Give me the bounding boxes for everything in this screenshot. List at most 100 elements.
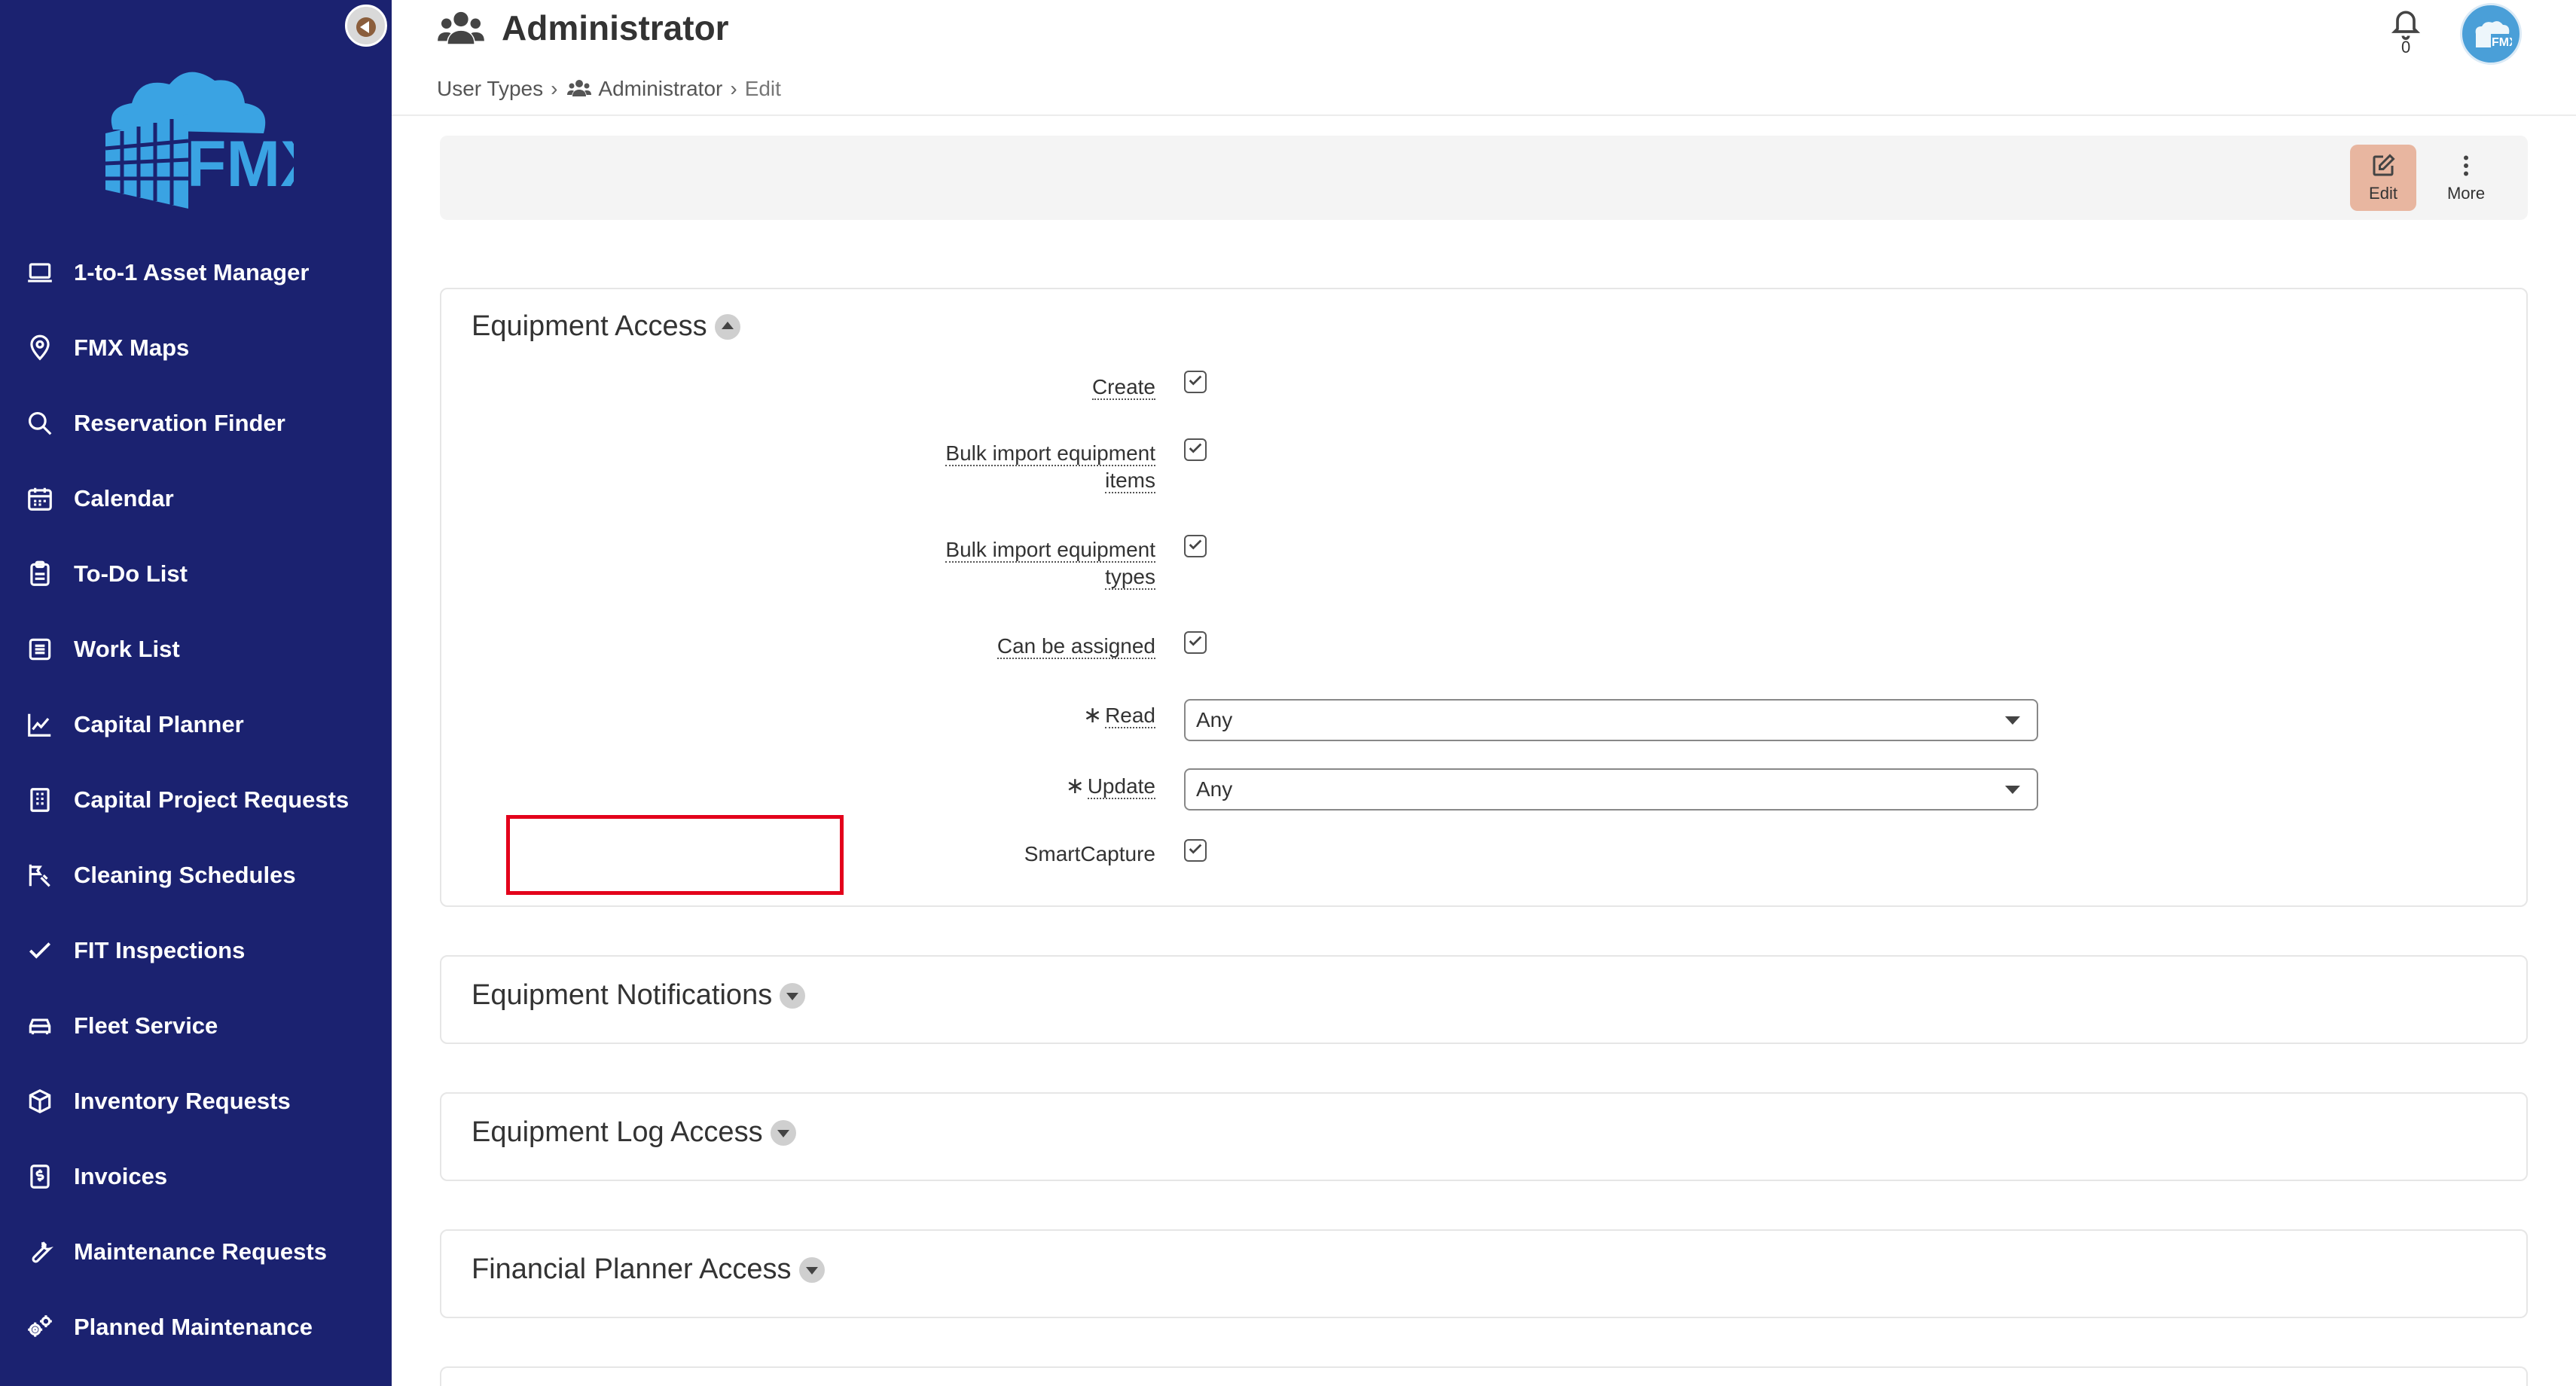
check-icon [1189,539,1202,550]
sidebar-item-label: FIT Inspections [74,937,246,963]
equipment-log-access-panel: Equipment Log Access [440,1092,2528,1181]
edit-button[interactable]: Edit [2350,145,2416,211]
section-title-text: Equipment Log Access [472,1116,763,1148]
sidebar: FMX 1-to-1 Asset Manager FMX Maps Reserv… [0,0,392,1386]
fmx-logo: FMX [105,72,294,209]
bulk-import-items-checkbox[interactable] [1184,438,1207,461]
sidebar-item-label: FMX Maps [74,334,190,361]
collapse-caret-icon[interactable] [714,313,740,340]
svg-text:FMX: FMX [187,128,294,200]
breadcrumb: User Types › Administrator › Edit [437,77,781,101]
equipment-access-title[interactable]: Equipment Access [472,310,740,343]
financial-planner-access-title[interactable]: Financial Planner Access [472,1253,825,1286]
sidebar-item-maintenance-requests[interactable]: Maintenance Requests [0,1214,392,1290]
svg-text:FMX: FMX [2492,36,2512,49]
fmx-avatar-icon: FMX [2475,21,2512,49]
notification-count: 0 [2401,38,2411,56]
sidebar-item-todo-list[interactable]: To-Do List [0,536,392,612]
user-avatar[interactable]: FMX [2460,3,2522,65]
collapse-sidebar-button[interactable] [345,5,387,47]
section-title-text: Equipment Notifications [472,979,773,1011]
equipment-notifications-panel: Equipment Notifications [440,955,2528,1044]
sidebar-item-capital-project-requests[interactable]: Capital Project Requests [0,762,392,838]
sidebar-item-fmx-maps[interactable]: FMX Maps [0,310,392,386]
bulk-import-types-checkbox[interactable] [1184,535,1207,557]
edit-button-label: Edit [2369,184,2397,203]
chevron-left-icon [360,21,369,33]
sidebar-nav: 1-to-1 Asset Manager FMX Maps Reservatio… [0,235,392,1365]
sidebar-item-asset-manager[interactable]: 1-to-1 Asset Manager [0,235,392,310]
gears-icon [28,1315,52,1337]
sidebar-item-planned-maintenance[interactable]: Planned Maintenance [0,1290,392,1365]
update-select[interactable]: Any [1184,768,2038,811]
section-title-text: Equipment Access [472,310,707,342]
list-icon [29,638,51,661]
breadcrumb-current: Edit [744,77,781,100]
check-icon [1189,844,1202,854]
chart-line-icon [28,713,51,737]
expand-caret-icon[interactable] [770,1119,796,1146]
sidebar-item-label: Capital Project Requests [74,786,349,813]
create-label: Create [1091,375,1155,400]
laptop-icon [28,263,52,282]
sidebar-item-label: Calendar [74,485,174,511]
sidebar-item-label: Reservation Finder [74,410,285,436]
sidebar-item-label: Maintenance Requests [74,1238,327,1265]
create-checkbox[interactable] [1184,371,1207,393]
sidebar-item-calendar[interactable]: Calendar [0,461,392,536]
search-icon [28,411,52,435]
breadcrumb-separator: › [551,77,558,100]
breadcrumb-administrator[interactable]: Administrator [598,77,722,101]
equipment-notifications-title[interactable]: Equipment Notifications [472,979,806,1012]
can-be-assigned-checkbox[interactable] [1184,631,1207,654]
checkmark-icon [29,942,51,959]
sidebar-item-invoices[interactable]: Invoices [0,1139,392,1214]
wrench-icon [32,1241,53,1263]
expand-caret-icon[interactable] [780,982,806,1009]
sidebar-item-fleet-service[interactable]: Fleet Service [0,988,392,1064]
update-label: ∗ Update [1065,774,1155,799]
sidebar-item-reservation-finder[interactable]: Reservation Finder [0,386,392,461]
bulk-import-items-label: Bulk import equipment items [945,441,1155,493]
check-icon [1189,443,1202,453]
invoice-icon [30,1165,50,1189]
equipment-log-access-title[interactable]: Equipment Log Access [472,1116,796,1149]
sidebar-item-work-list[interactable]: Work List [0,612,392,687]
users-icon [438,11,484,44]
users-icon [567,80,592,96]
more-button[interactable]: More [2433,145,2499,211]
can-be-assigned-label: Can be assigned [997,634,1155,659]
section-title-text: Financial Planner Access [472,1253,792,1285]
read-select[interactable]: Any [1184,699,2038,741]
broom-icon [29,864,50,887]
update-select-value: Any [1196,777,1233,801]
sidebar-item-label: To-Do List [74,560,188,587]
sidebar-item-cleaning-schedules[interactable]: Cleaning Schedules [0,838,392,913]
check-icon [1189,375,1202,386]
action-toolbar: Edit More [440,136,2528,220]
more-button-label: More [2446,184,2486,203]
more-vertical-icon [2464,155,2468,176]
bell-icon[interactable] [2389,5,2422,42]
car-icon [29,1018,51,1035]
page-title: Administrator [502,8,729,47]
next-section-panel [440,1366,2528,1386]
smartcapture-checkbox[interactable] [1184,839,1207,862]
sidebar-item-label: Capital Planner [74,711,244,737]
page-header: Administrator User Types › Administrator… [392,0,2576,116]
clipboard-icon [30,560,50,586]
financial-planner-access-panel: Financial Planner Access [440,1229,2528,1318]
sidebar-item-label: Fleet Service [74,1012,218,1039]
smartcapture-highlight-box [506,815,844,895]
breadcrumb-user-types[interactable]: User Types [437,77,543,101]
sidebar-item-label: Inventory Requests [74,1088,291,1114]
sidebar-item-capital-planner[interactable]: Capital Planner [0,687,392,762]
sidebar-item-fit-inspections[interactable]: FIT Inspections [0,913,392,988]
equipment-access-panel: Equipment Access Create Bulk import equi… [440,288,2528,907]
building-icon [30,788,50,812]
edit-icon [2373,154,2395,176]
sidebar-item-inventory-requests[interactable]: Inventory Requests [0,1064,392,1139]
check-icon [1189,636,1202,646]
expand-caret-icon[interactable] [798,1256,825,1283]
smartcapture-label: SmartCapture [1024,842,1155,865]
